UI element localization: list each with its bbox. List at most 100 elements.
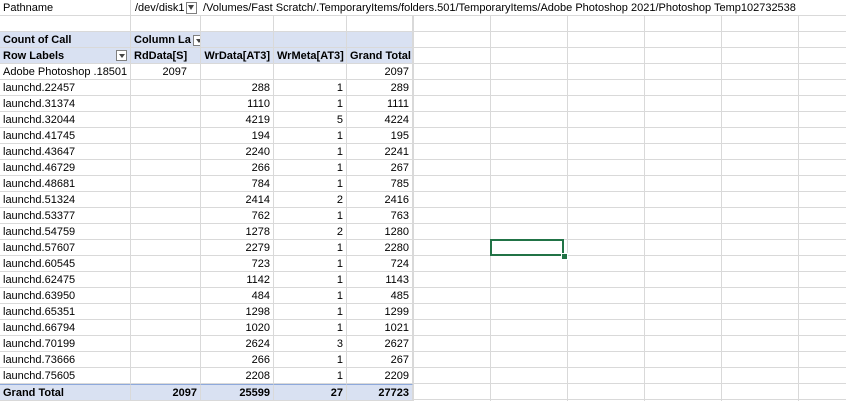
blank-cell[interactable] [0, 16, 131, 32]
wrdata-value[interactable]: 2414 [201, 192, 274, 208]
wrdata-value[interactable]: 1278 [201, 224, 274, 240]
rddata-value[interactable] [131, 368, 201, 384]
wrmeta-value[interactable]: 1 [274, 304, 347, 320]
wrmeta-value[interactable]: 1 [274, 368, 347, 384]
row-total-value[interactable]: 485 [347, 288, 413, 304]
row-total-value[interactable]: 1111 [347, 96, 413, 112]
row-total-value[interactable]: 195 [347, 128, 413, 144]
blank-cell[interactable] [274, 16, 347, 32]
wrdata-value[interactable]: 1110 [201, 96, 274, 112]
rddata-value[interactable] [131, 192, 201, 208]
wrmeta-value[interactable]: 1 [274, 320, 347, 336]
row-total-value[interactable]: 2280 [347, 240, 413, 256]
wrmeta-value[interactable] [274, 64, 347, 80]
wrmeta-value[interactable]: 1 [274, 256, 347, 272]
row-total-value[interactable]: 4224 [347, 112, 413, 128]
wrmeta-value[interactable]: 1 [274, 96, 347, 112]
wrdata-value[interactable]: 266 [201, 352, 274, 368]
row-label[interactable]: launchd.51324 [0, 192, 131, 208]
rddata-value[interactable] [131, 96, 201, 112]
wrdata-value[interactable]: 194 [201, 128, 274, 144]
column-header[interactable]: RdData[S] [131, 48, 201, 64]
wrdata-value[interactable]: 2624 [201, 336, 274, 352]
wrdata-value[interactable]: 4219 [201, 112, 274, 128]
rddata-value[interactable] [131, 304, 201, 320]
wrdata-value[interactable]: 784 [201, 176, 274, 192]
row-label[interactable]: launchd.31374 [0, 96, 131, 112]
wrdata-value[interactable]: 288 [201, 80, 274, 96]
row-label[interactable]: launchd.57607 [0, 240, 131, 256]
rddata-value[interactable] [131, 352, 201, 368]
wrdata-value[interactable]: 762 [201, 208, 274, 224]
wrmeta-value[interactable]: 1 [274, 208, 347, 224]
pivot-column-labels-cell[interactable]: Column La [131, 32, 201, 48]
row-total-value[interactable]: 724 [347, 256, 413, 272]
filter-dropdown-icon[interactable] [185, 2, 197, 15]
row-label[interactable]: launchd.48681 [0, 176, 131, 192]
rddata-value[interactable] [131, 272, 201, 288]
wrdata-value[interactable]: 484 [201, 288, 274, 304]
fill-handle[interactable] [561, 253, 568, 260]
rddata-value[interactable] [131, 288, 201, 304]
row-label[interactable]: launchd.66794 [0, 320, 131, 336]
row-label[interactable]: launchd.43647 [0, 144, 131, 160]
row-label[interactable]: launchd.73666 [0, 352, 131, 368]
wrdata-value[interactable]: 2279 [201, 240, 274, 256]
selected-cell[interactable] [490, 239, 564, 256]
grand-total-value[interactable]: 27723 [347, 384, 413, 401]
column-header[interactable]: WrMeta[AT3] [274, 48, 347, 64]
row-label[interactable]: launchd.60545 [0, 256, 131, 272]
row-label[interactable]: launchd.22457 [0, 80, 131, 96]
wrdata-value[interactable]: 2240 [201, 144, 274, 160]
rddata-value[interactable] [131, 112, 201, 128]
wrmeta-value[interactable]: 1 [274, 80, 347, 96]
wrmeta-value[interactable]: 5 [274, 112, 347, 128]
column-header[interactable]: Grand Total [347, 48, 413, 64]
row-label[interactable]: launchd.53377 [0, 208, 131, 224]
rddata-value[interactable] [131, 208, 201, 224]
column-labels-dropdown-icon[interactable] [192, 34, 200, 46]
rddata-value[interactable] [131, 240, 201, 256]
row-total-value[interactable]: 289 [347, 80, 413, 96]
row-labels-dropdown-icon[interactable] [116, 50, 127, 61]
wrmeta-value[interactable]: 1 [274, 128, 347, 144]
row-label[interactable]: launchd.70199 [0, 336, 131, 352]
wrmeta-value[interactable]: 1 [274, 160, 347, 176]
wrmeta-value[interactable]: 1 [274, 144, 347, 160]
row-total-value[interactable]: 2416 [347, 192, 413, 208]
row-label[interactable]: launchd.75605 [0, 368, 131, 384]
row-label[interactable]: launchd.62475 [0, 272, 131, 288]
row-label[interactable]: launchd.54759 [0, 224, 131, 240]
row-total-value[interactable]: 785 [347, 176, 413, 192]
wrdata-value[interactable]: 1142 [201, 272, 274, 288]
rddata-value[interactable] [131, 144, 201, 160]
grand-total-wrmeta[interactable]: 27 [274, 384, 347, 401]
rddata-value[interactable] [131, 320, 201, 336]
rddata-value[interactable] [131, 160, 201, 176]
row-label[interactable]: launchd.65351 [0, 304, 131, 320]
row-total-value[interactable]: 2209 [347, 368, 413, 384]
filter-value-cell[interactable]: /dev/disk1 [131, 0, 200, 16]
wrdata-value[interactable]: 2208 [201, 368, 274, 384]
wrdata-value[interactable]: 266 [201, 160, 274, 176]
rddata-value[interactable] [131, 176, 201, 192]
wrdata-value[interactable]: 1020 [201, 320, 274, 336]
rddata-value[interactable] [131, 256, 201, 272]
row-total-value[interactable]: 267 [347, 160, 413, 176]
rddata-value[interactable] [131, 336, 201, 352]
wrdata-value[interactable]: 1298 [201, 304, 274, 320]
wrmeta-value[interactable]: 1 [274, 272, 347, 288]
wrmeta-value[interactable]: 1 [274, 352, 347, 368]
grand-total-label[interactable]: Grand Total [0, 384, 131, 401]
row-total-value[interactable]: 1280 [347, 224, 413, 240]
wrdata-value[interactable] [201, 64, 274, 80]
wrdata-value[interactable]: 723 [201, 256, 274, 272]
blank-cell[interactable] [131, 16, 201, 32]
row-total-value[interactable]: 1021 [347, 320, 413, 336]
rddata-value[interactable] [131, 80, 201, 96]
wrmeta-value[interactable]: 1 [274, 240, 347, 256]
rddata-value[interactable] [131, 224, 201, 240]
row-total-value[interactable]: 2627 [347, 336, 413, 352]
rddata-value[interactable] [131, 128, 201, 144]
column-header[interactable]: WrData[AT3] [201, 48, 274, 64]
